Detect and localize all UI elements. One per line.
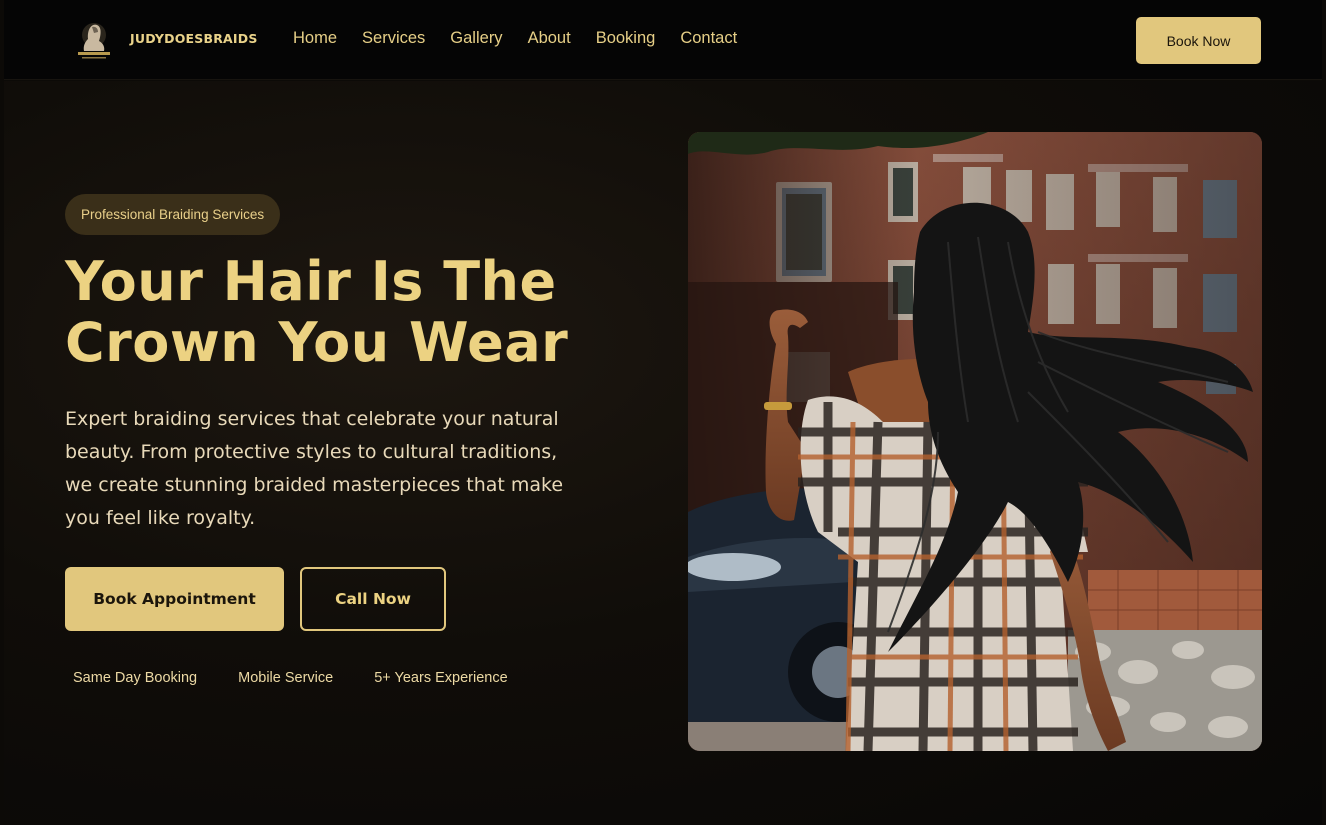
nav-link-contact[interactable]: Contact bbox=[680, 29, 737, 48]
brand-logo[interactable] bbox=[68, 17, 120, 61]
main-menu: Home Services Gallery About Booking Cont… bbox=[293, 29, 762, 48]
logo-emblem-icon bbox=[78, 23, 110, 59]
nav-link-booking[interactable]: Booking bbox=[596, 29, 656, 48]
hero-description: Expert braiding services that celebrate … bbox=[65, 408, 564, 529]
hero-photo bbox=[688, 132, 1262, 751]
brand-name[interactable]: JUDYDOESBRAIDS bbox=[130, 31, 258, 46]
nav-link-about[interactable]: About bbox=[528, 29, 571, 48]
services-badge: Professional Braiding Services bbox=[65, 194, 281, 235]
feature-mobile-service: Mobile Service bbox=[238, 670, 334, 686]
top-navigation: JUDYDOESBRAIDS Home Services Gallery Abo… bbox=[4, 0, 1322, 80]
nav-link-services[interactable]: Services bbox=[362, 29, 425, 48]
feature-list: Same Day Booking Mobile Service 5+ Years… bbox=[73, 670, 549, 686]
nav-link-home[interactable]: Home bbox=[293, 29, 337, 48]
feature-experience: 5+ Years Experience bbox=[374, 670, 508, 686]
nav-link-gallery[interactable]: Gallery bbox=[450, 29, 502, 48]
book-now-button[interactable]: Book Now bbox=[1136, 17, 1261, 64]
headline-line-2: Crown You Wear bbox=[65, 311, 569, 374]
feature-same-day-booking: Same Day Booking bbox=[73, 670, 198, 686]
call-now-button[interactable]: Call Now bbox=[300, 567, 446, 631]
hero-headline: Your Hair Is The Crown You Wear bbox=[65, 251, 625, 373]
hero-section: Professional Braiding Services Your Hair… bbox=[4, 81, 1322, 825]
book-appointment-button[interactable]: Book Appointment bbox=[65, 567, 284, 631]
headline-line-1: Your Hair Is The bbox=[65, 250, 557, 313]
